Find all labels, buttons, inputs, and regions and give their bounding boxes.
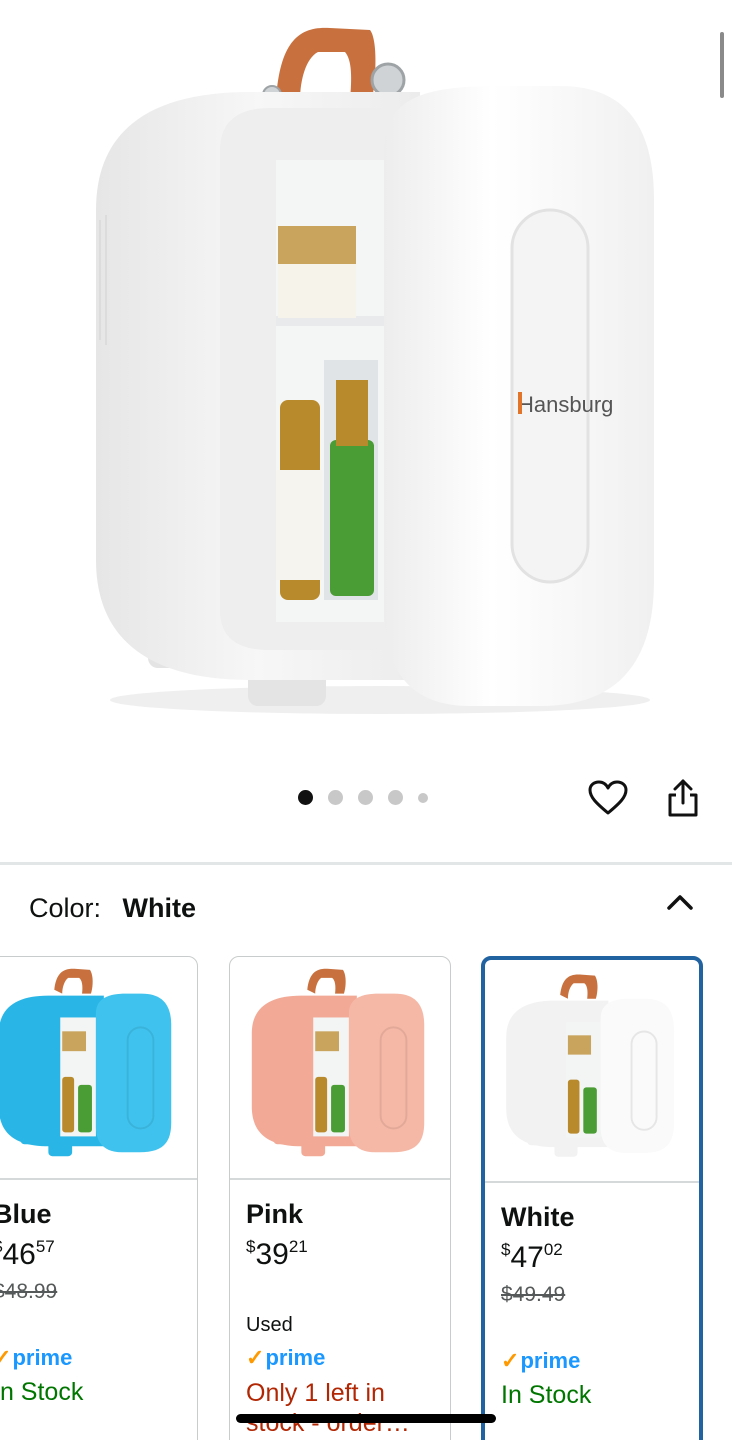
- price-whole: 39: [255, 1238, 289, 1271]
- list-price: $48.99: [0, 1280, 58, 1303]
- price-cents: 57: [35, 1237, 55, 1256]
- heart-icon: [588, 780, 628, 815]
- chevron-up-icon: [667, 895, 693, 910]
- list-price: $49.49: [501, 1283, 566, 1306]
- product-image[interactable]: Hansburg: [0, 0, 732, 760]
- swatch-thumbnail: [0, 968, 172, 1157]
- brand-wordmark: Hansburg: [518, 392, 613, 417]
- stock-status: In Stock: [0, 1378, 84, 1406]
- prime-badge: ✓prime: [0, 1345, 72, 1371]
- color-selector-heading: Color: White: [29, 893, 196, 924]
- swatch-thumbnail: [506, 974, 674, 1157]
- selected-color: White: [122, 893, 197, 923]
- stock-status: In Stock: [501, 1381, 592, 1409]
- pager-dot[interactable]: [328, 790, 343, 805]
- swatch-price: $3921: [246, 1237, 308, 1272]
- price-whole: 46: [2, 1238, 36, 1271]
- swatch-name: Blue: [0, 1199, 52, 1229]
- mini-fridge-illustration: Hansburg: [37, 20, 695, 716]
- pager-dot[interactable]: [298, 790, 313, 805]
- card-separator: [0, 1178, 197, 1180]
- card-separator: [230, 1178, 450, 1180]
- swatch-name: White: [501, 1202, 575, 1232]
- price-whole: 47: [510, 1241, 544, 1274]
- price-cents: 02: [543, 1240, 563, 1259]
- section-divider: [0, 862, 732, 865]
- prime-label: prime: [12, 1345, 73, 1370]
- prime-badge: ✓prime: [501, 1348, 580, 1374]
- swatch-name: Pink: [246, 1199, 304, 1229]
- pager-dot[interactable]: [358, 790, 373, 805]
- item-condition: Used: [246, 1314, 293, 1336]
- card-separator: [485, 1181, 699, 1183]
- prime-check-icon: ✓: [501, 1348, 520, 1373]
- color-label: Color:: [29, 893, 102, 923]
- color-swatch-pink[interactable]: Pink $3921 Used ✓ prime Only 1 left in st…: [229, 956, 451, 1440]
- prime-label: prime: [520, 1348, 581, 1373]
- pager-dot[interactable]: [388, 790, 403, 805]
- color-swatch-white[interactable]: White $4702 $49.49 ✓ prime In Stock: [481, 956, 703, 1440]
- prime-badge: ✓prime: [246, 1345, 325, 1371]
- image-pager[interactable]: [298, 790, 428, 805]
- share-button[interactable]: [661, 776, 705, 820]
- scroll-indicator[interactable]: [720, 32, 724, 98]
- wishlist-button[interactable]: [586, 776, 630, 820]
- prime-label: prime: [265, 1345, 326, 1370]
- pager-dot[interactable]: [418, 792, 428, 803]
- color-swatch-blue[interactable]: Blue $4657 $48.99 ✓prime In Stock: [0, 956, 198, 1440]
- collapse-button[interactable]: [663, 885, 697, 919]
- swatch-price: $4702: [501, 1240, 563, 1275]
- price-cents: 21: [288, 1237, 308, 1256]
- prime-check-icon: ✓: [0, 1345, 11, 1371]
- prime-check-icon: ✓: [246, 1345, 265, 1370]
- home-indicator[interactable]: [236, 1414, 496, 1423]
- swatch-thumbnail: [251, 968, 425, 1157]
- share-icon: [668, 779, 698, 817]
- stock-status: Only 1 left in stock - order…: [246, 1379, 410, 1437]
- swatch-price: $4657: [0, 1237, 55, 1272]
